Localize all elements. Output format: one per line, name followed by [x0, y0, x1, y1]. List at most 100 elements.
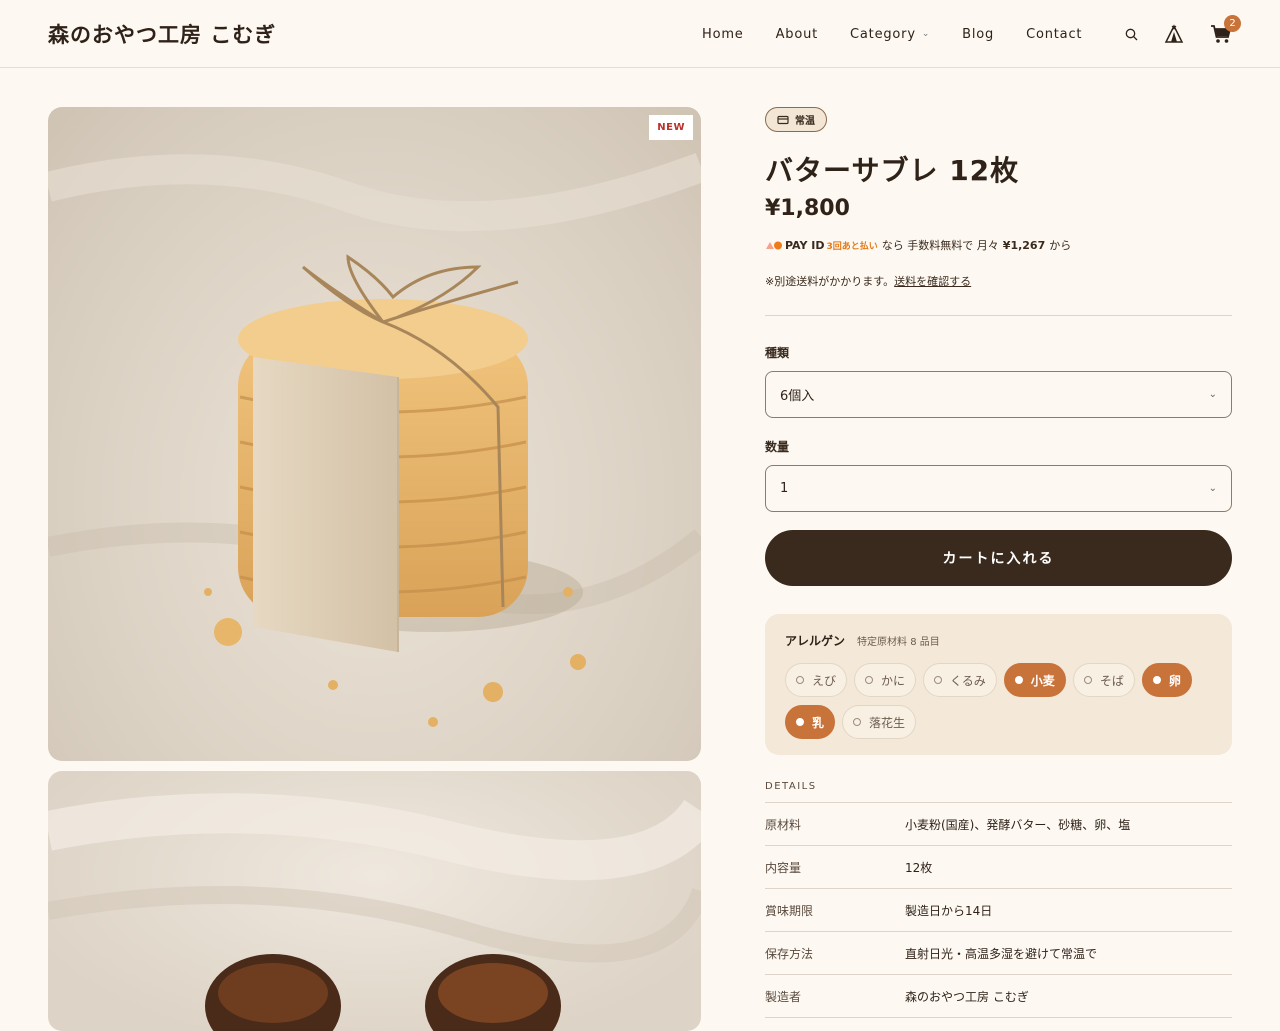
pay-text-2: から	[1049, 239, 1072, 252]
divider	[765, 315, 1232, 316]
details-value: 製造日から14日	[905, 903, 993, 918]
details-row: 賞味期限 製造日から14日	[765, 889, 1232, 932]
allergen-chip: くるみ	[923, 663, 997, 697]
nav-blog-label: Blog	[962, 26, 995, 42]
status-dot-icon	[934, 676, 943, 684]
allergen-subtitle: 特定原材料 8 品目	[857, 637, 940, 648]
allergen-chip: 小麦	[1003, 663, 1066, 697]
main-nav: Home About Category ⌄ Blog Contact	[702, 0, 1082, 68]
nav-home[interactable]: Home	[702, 27, 744, 42]
new-badge: NEW	[649, 115, 693, 140]
details-value: 小麦粉(国産)、発酵バター、砂糖、卵、塩	[905, 817, 1131, 832]
details-key: 原材料	[765, 817, 802, 832]
nav-about[interactable]: About	[776, 27, 818, 42]
details-row: 内容量 12枚	[765, 846, 1232, 889]
allergen-title: アレルゲン	[785, 634, 846, 648]
status-dot-icon	[865, 676, 874, 684]
cart-button[interactable]: 2	[1210, 15, 1241, 44]
details-key: 製造者	[765, 989, 802, 1004]
allergen-chip-label: えび	[812, 673, 837, 688]
variant-label: 種類	[765, 346, 790, 360]
allergen-panel: アレルゲン 特定原材料 8 品目 えび かに くるみ 小麦 そば 卵乳 落花生	[765, 614, 1232, 755]
search-button[interactable]	[1125, 28, 1138, 41]
storage-badge-label: 常温	[795, 116, 815, 127]
cart-count-badge: 2	[1224, 15, 1241, 32]
status-dot-icon	[796, 718, 804, 726]
product-price: ¥1,800	[765, 196, 850, 221]
status-dot-icon	[1014, 676, 1023, 684]
pay-id-logo-sub: 3回あと払い	[826, 241, 878, 252]
status-dot-icon	[853, 718, 862, 726]
details-key: 内容量	[765, 860, 802, 875]
storage-badge: 常温	[765, 107, 827, 132]
product-title: バターサブレ 12枚	[765, 154, 1020, 187]
allergen-chip-label: かに	[881, 673, 906, 688]
details-key: 保存方法	[765, 946, 814, 961]
nav-contact[interactable]: Contact	[1026, 27, 1082, 42]
allergen-chip: そば	[1072, 663, 1135, 697]
allergen-chip: 乳	[785, 705, 836, 739]
allergen-chip: 卵	[1141, 663, 1192, 697]
camp-button[interactable]	[1164, 24, 1184, 44]
product-gallery: NEW	[48, 107, 701, 1031]
allergen-chip-label: くるみ	[950, 673, 986, 688]
status-dot-icon	[1083, 676, 1092, 684]
nav-contact-label: Contact	[1026, 26, 1083, 42]
pay-id-logo-text: PAY ID	[785, 238, 825, 252]
allergen-chip: 落花生	[842, 705, 917, 739]
status-dot-icon	[1152, 676, 1161, 684]
allergen-chip: えび	[785, 663, 848, 697]
nav-category[interactable]: Category ⌄	[850, 27, 930, 42]
details-table: 原材料 小麦粉(国産)、発酵バター、砂糖、卵、塩内容量 12枚賞味期限 製造日から14…	[765, 802, 1232, 1018]
add-to-cart-button[interactable]: カートに入れる	[765, 530, 1232, 586]
allergen-chip-label: 卵	[1168, 673, 1181, 688]
nav-about-label: About	[775, 26, 819, 42]
nav-blog[interactable]: Blog	[962, 27, 994, 42]
product-panel: 常温 バターサブレ 12枚 ¥1,800 PAY ID 3回あと払い なら 手数…	[765, 107, 1232, 1018]
canele-image	[48, 793, 701, 1031]
status-dot-icon	[796, 676, 804, 684]
details-value: 直射日光・高温多湿を避けて常温で	[905, 946, 1098, 961]
shipping-text: ※別途送料がかかります。	[765, 275, 895, 288]
sable-cookie-stack-image	[48, 152, 701, 727]
nav-home-label: Home	[702, 26, 744, 42]
allergen-chip-label: 落花生	[869, 715, 906, 730]
pay-amount: ¥1,267	[1002, 238, 1046, 252]
header-icons: 2	[1125, 0, 1241, 68]
tent-icon	[1164, 24, 1184, 43]
variant-select-value: 6個入	[780, 389, 815, 404]
quantity-select[interactable]: 1 ⌄	[765, 465, 1232, 512]
details-heading: DETAILS	[765, 781, 817, 792]
allergen-header: アレルゲン 特定原材料 8 品目	[785, 632, 1212, 649]
site-logo[interactable]: 森のおやつ工房 こむぎ	[48, 19, 276, 49]
shipping-link[interactable]: 送料を確認する	[894, 275, 971, 288]
product-photo-secondary[interactable]	[48, 771, 701, 1031]
allergen-chip-list: えび かに くるみ 小麦 そば 卵乳 落花生	[785, 663, 1212, 739]
allergen-chip: かに	[854, 663, 917, 697]
pay-id-mark-icon	[766, 241, 782, 250]
details-row: 製造者 森のおやつ工房 こむぎ	[765, 975, 1232, 1018]
chevron-down-icon: ⌄	[921, 29, 931, 39]
details-row: 原材料 小麦粉(国産)、発酵バター、砂糖、卵、塩	[765, 803, 1232, 846]
quantity-label: 数量	[765, 440, 790, 454]
shipping-note: ※別途送料がかかります。送料を確認する	[765, 273, 1232, 289]
pay-text-1: なら 手数料無料で 月々	[881, 239, 999, 252]
package-icon	[777, 115, 789, 124]
details-value: 12枚	[905, 860, 933, 875]
pay-installment-line: PAY ID 3回あと払い なら 手数料無料で 月々 ¥1,267 から	[765, 237, 1232, 253]
pay-id-logo: PAY ID 3回あと払い	[765, 239, 878, 252]
allergen-chip-label: 小麦	[1030, 673, 1055, 688]
allergen-chip-label: そば	[1099, 673, 1124, 688]
details-value: 森のおやつ工房 こむぎ	[905, 989, 1029, 1004]
search-icon	[1125, 28, 1138, 40]
variant-select[interactable]: 6個入 ⌄	[765, 371, 1232, 418]
details-row: 保存方法 直射日光・高温多湿を避けて常温で	[765, 932, 1232, 975]
allergen-chip-label: 乳	[812, 715, 825, 730]
quantity-select-value: 1	[780, 481, 789, 496]
chevron-down-icon: ⌄	[1208, 483, 1217, 494]
product-photo-main[interactable]: NEW	[48, 107, 701, 761]
nav-category-label: Category	[850, 26, 916, 42]
chevron-down-icon: ⌄	[1208, 389, 1217, 400]
site-header: 森のおやつ工房 こむぎ Home About Category ⌄ Blog Co…	[0, 0, 1280, 68]
details-key: 賞味期限	[765, 903, 814, 918]
